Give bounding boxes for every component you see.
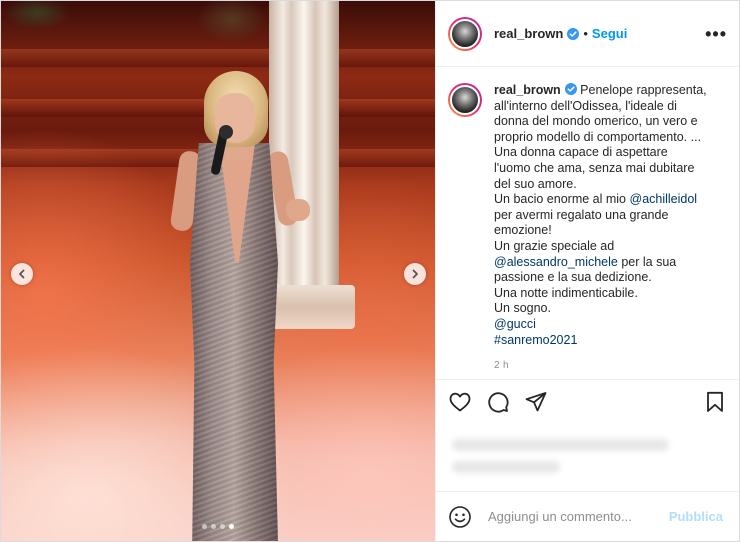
- more-options-button[interactable]: •••: [705, 25, 727, 43]
- heart-icon[interactable]: [448, 390, 472, 414]
- caption-line: l'uomo che ama, senza mai dubitare: [494, 160, 695, 175]
- smiley-icon: [449, 505, 471, 528]
- caption-line: emozione!: [494, 223, 552, 238]
- avatar[interactable]: [448, 16, 482, 51]
- chevron-right-icon: [412, 269, 418, 279]
- carousel-dot-active: [229, 524, 234, 529]
- bookmark-icon[interactable]: [703, 390, 727, 414]
- carousel-dot: [211, 524, 216, 529]
- post-side-panel: real_brown • Segui ••• real_brown Penelo…: [435, 1, 739, 541]
- mention-link-achilleidol[interactable]: @achilleidol: [630, 192, 698, 206]
- avatar[interactable]: [448, 83, 482, 117]
- caption-line: Un grazie speciale ad: [494, 238, 615, 253]
- caption-line: real_brown Penelope rappresenta,: [494, 83, 707, 99]
- verified-badge-icon: [564, 83, 577, 95]
- carousel-dot: [220, 524, 225, 529]
- caption-line: Una notte indimenticabile.: [494, 285, 638, 300]
- post-caption: real_brown Penelope rappresenta, all'int…: [494, 83, 707, 348]
- blurred-text: [452, 439, 669, 451]
- follow-button[interactable]: Segui: [592, 26, 627, 41]
- blurred-text: [452, 461, 561, 473]
- singer-hand: [286, 199, 310, 221]
- comment-input[interactable]: [486, 508, 669, 525]
- likes-summary-blurred: [436, 423, 739, 491]
- caption-line: per avermi regalato una grande: [494, 207, 669, 222]
- carousel-next-button[interactable]: [404, 263, 426, 285]
- caption-text: Un bacio enorme al mio: [494, 192, 627, 207]
- instagram-post: real_brown • Segui ••• real_brown Penelo…: [0, 0, 740, 542]
- avatar-image: [450, 85, 480, 115]
- caption-line: del suo amore.: [494, 176, 577, 191]
- microphone-head: [219, 125, 233, 139]
- separator-dot: •: [583, 26, 588, 41]
- mention-link-alessandro-michele[interactable]: @alessandro_michele: [494, 255, 618, 269]
- username-link[interactable]: real_brown: [494, 26, 563, 41]
- hashtag-link-sanremo2021[interactable]: #sanremo2021: [494, 333, 707, 349]
- mention-link-gucci[interactable]: @gucci: [494, 317, 707, 333]
- carousel-dot: [202, 524, 207, 529]
- chevron-left-icon: [19, 269, 25, 279]
- caption-line: Un bacio enorme al mio @achilleidol: [494, 192, 707, 208]
- caption-line: proprio modello di comportamento. ...: [494, 129, 702, 144]
- caption-line: all'interno dell'Odissea, l'ideale di: [494, 98, 677, 113]
- caption-text: per la sua: [621, 254, 677, 269]
- verified-badge-icon: [567, 27, 580, 40]
- avatar-image: [450, 18, 480, 49]
- caption-row: real_brown Penelope rappresenta, all'int…: [448, 83, 723, 348]
- post-actions-bar: [436, 379, 739, 423]
- emoji-button[interactable]: [448, 505, 472, 529]
- caption-line: @alessandro_michele per la sua: [494, 255, 707, 271]
- singer-figure: [1, 1, 435, 541]
- caption-line: passione e la sua dedizione.: [494, 270, 652, 285]
- caption-text: Penelope rappresenta,: [580, 83, 707, 97]
- publish-button[interactable]: Pubblica: [669, 509, 723, 524]
- post-timestamp[interactable]: 2 h: [494, 360, 723, 371]
- comments-section: real_brown Penelope rappresenta, all'int…: [436, 67, 739, 379]
- caption-username-link[interactable]: real_brown: [494, 83, 561, 97]
- post-photo[interactable]: [1, 1, 435, 541]
- add-comment-bar: Pubblica: [436, 491, 739, 541]
- carousel-prev-button[interactable]: [11, 263, 33, 285]
- post-header: real_brown • Segui •••: [436, 1, 739, 67]
- caption-line: Un sogno.: [494, 301, 551, 316]
- comment-bubble-icon[interactable]: [486, 390, 510, 414]
- caption-line: Una donna capace di aspettare: [494, 145, 668, 160]
- paper-plane-icon[interactable]: [524, 390, 548, 414]
- carousel-indicator: [1, 524, 435, 529]
- caption-line: donna del mondo omerico, un vero e: [494, 114, 698, 129]
